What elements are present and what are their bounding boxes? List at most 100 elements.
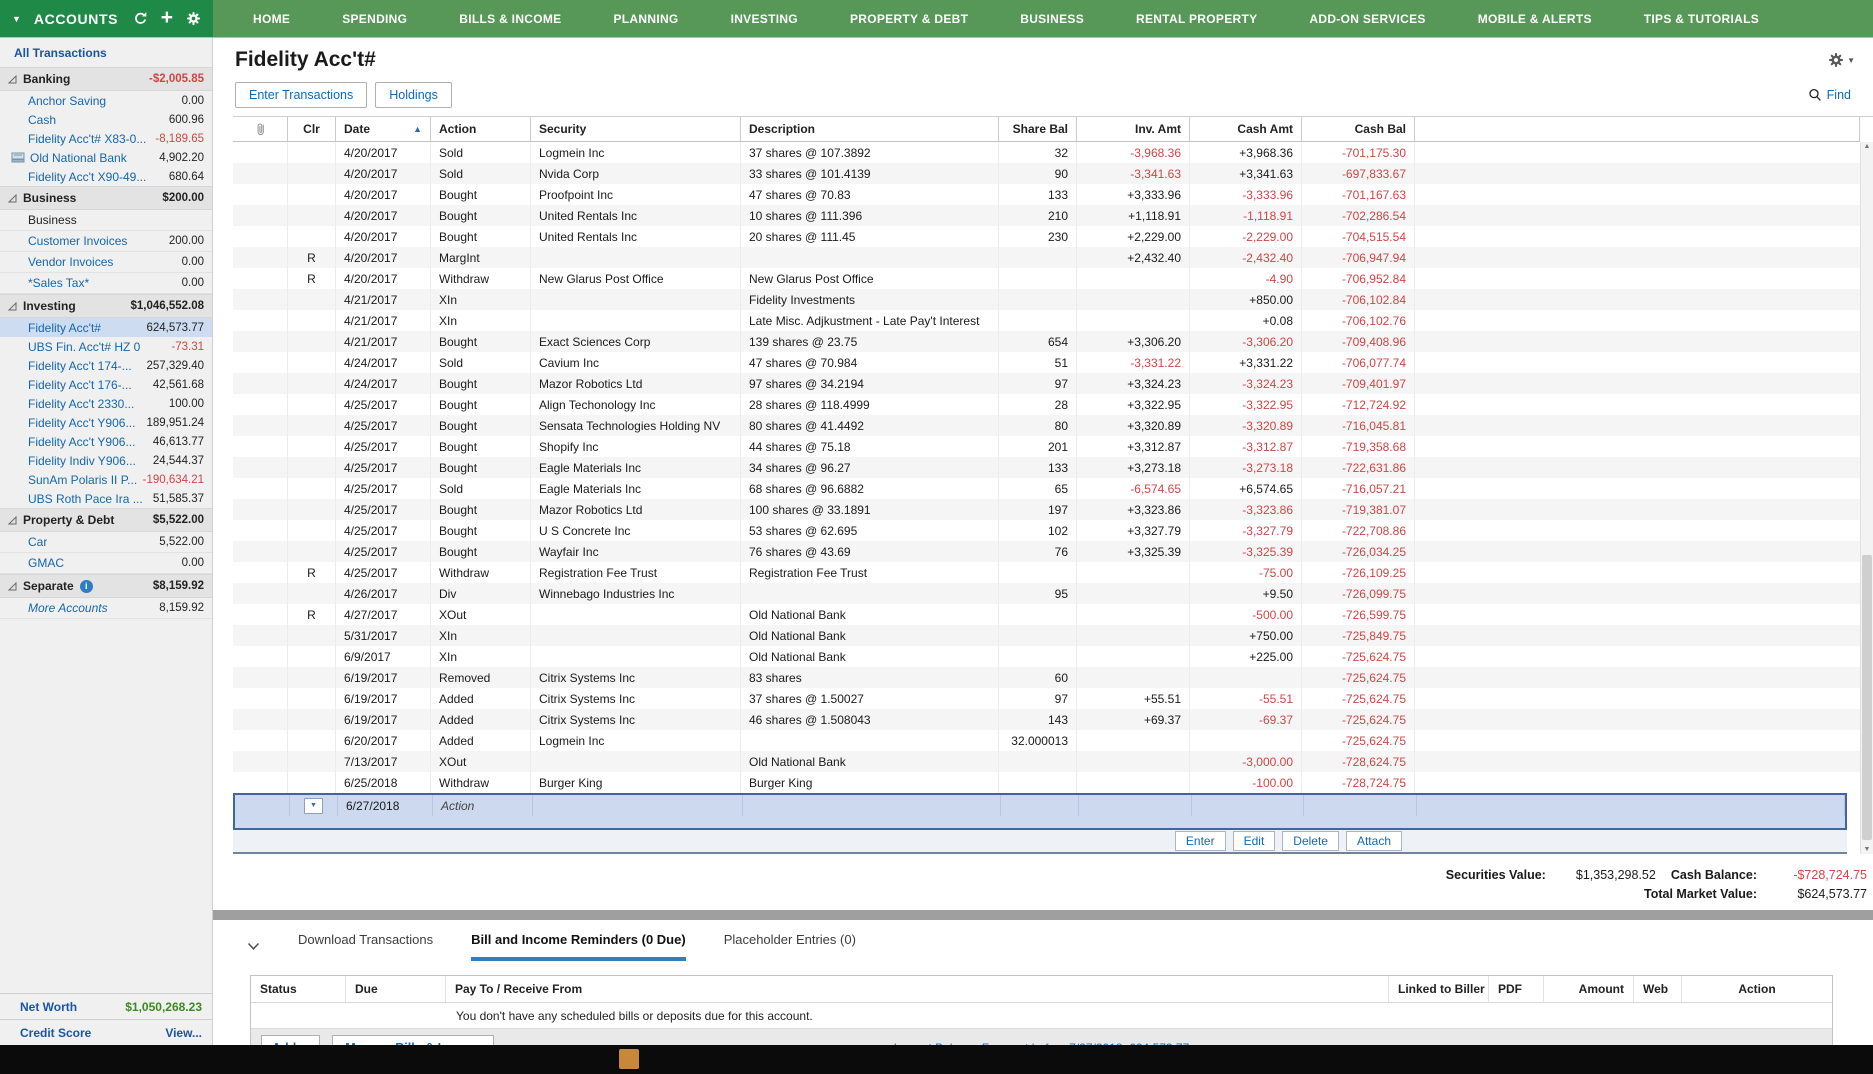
attachment-column-header[interactable] (233, 117, 288, 141)
sidebar-item-cash[interactable]: Cash600.96 (0, 110, 212, 129)
sidebar-section-business[interactable]: Business$200.00 (0, 186, 212, 210)
new-row-action-dropdown[interactable]: ▼ (304, 798, 323, 814)
tab-download-transactions[interactable]: Download Transactions (298, 932, 433, 961)
register-row[interactable]: 4/25/2017SoldEagle Materials Inc68 share… (233, 478, 1860, 499)
accounts-collapse-icon[interactable]: ▼ (12, 14, 21, 24)
sidebar-item-fidelity-acc-t-174[interactable]: Fidelity Acc't 174-...257,329.40 (0, 356, 212, 375)
sidebar-section-separate[interactable]: Separatei$8,159.92 (0, 574, 212, 598)
new-row-date-cell[interactable]: 6/27/2018 (338, 795, 433, 816)
net-worth-row[interactable]: Net Worth $1,050,268.23 (0, 993, 212, 1019)
register-row[interactable]: 4/25/2017BoughtAlign Techonology Inc28 s… (233, 394, 1860, 415)
register-row[interactable]: 4/24/2017BoughtMazor Robotics Ltd97 shar… (233, 373, 1860, 394)
register-row[interactable]: 4/21/2017XInLate Misc. Adjkustment - Lat… (233, 310, 1860, 331)
nav-item-spending[interactable]: SPENDING (316, 12, 433, 26)
nav-item-bills-income[interactable]: BILLS & INCOME (433, 12, 587, 26)
sidebar-item-sales-tax[interactable]: *Sales Tax*0.00 (0, 273, 212, 294)
register-row[interactable]: 4/20/2017BoughtUnited Rentals Inc20 shar… (233, 226, 1860, 247)
register-row[interactable]: 4/25/2017BoughtU S Concrete Inc53 shares… (233, 520, 1860, 541)
register-row[interactable]: 4/21/2017BoughtExact Sciences Corp139 sh… (233, 331, 1860, 352)
register-row[interactable]: 7/13/2017XOutOld National Bank-3,000.00-… (233, 751, 1860, 772)
register-row[interactable]: 4/21/2017XInFidelity Investments+850.00-… (233, 289, 1860, 310)
delete-button[interactable]: Delete (1282, 831, 1339, 851)
all-transactions-link[interactable]: All Transactions (0, 38, 212, 67)
register-row[interactable]: 6/20/2017AddedLogmein Inc32.000013-725,6… (233, 730, 1860, 751)
os-taskbar[interactable] (0, 1045, 1873, 1074)
sidebar-item-fidelity-acc-t-x83-0[interactable]: Fidelity Acc't# X83-0...-8,189.65 (0, 129, 212, 148)
panel-splitter[interactable] (213, 910, 1873, 920)
register-row[interactable]: R4/27/2017XOutOld National Bank-500.00-7… (233, 604, 1860, 625)
nav-item-home[interactable]: HOME (227, 12, 316, 26)
register-row[interactable]: 4/24/2017SoldCavium Inc47 shares @ 70.98… (233, 352, 1860, 373)
attach-button[interactable]: Attach (1346, 831, 1402, 851)
register-row[interactable]: 5/31/2017XInOld National Bank+750.00-725… (233, 625, 1860, 646)
new-transaction-row[interactable]: ▼ 6/27/2018 Action (233, 793, 1847, 830)
register-gear-button[interactable]: ▼ (1828, 52, 1855, 68)
sidebar-item-vendor-invoices[interactable]: Vendor Invoices0.00 (0, 252, 212, 273)
register-scrollbar[interactable]: ▲ ▼ (1860, 142, 1873, 854)
action-column-header[interactable]: Action (431, 117, 531, 141)
enter-transactions-button[interactable]: Enter Transactions (235, 82, 367, 108)
sidebar-item-anchor-saving[interactable]: Anchor Saving0.00 (0, 91, 212, 110)
register-row[interactable]: 4/25/2017BoughtEagle Materials Inc34 sha… (233, 457, 1860, 478)
new-row-action-cell[interactable]: Action (433, 795, 533, 816)
sidebar-item-car[interactable]: Car5,522.00 (0, 532, 212, 553)
date-column-header[interactable]: Date ▲ (336, 117, 431, 141)
edit-button[interactable]: Edit (1233, 831, 1276, 851)
nav-item-mobile-alerts[interactable]: MOBILE & ALERTS (1452, 12, 1618, 26)
register-row[interactable]: 6/9/2017XInOld National Bank+225.00-725,… (233, 646, 1860, 667)
sidebar-section-investing[interactable]: Investing$1,046,552.08 (0, 294, 212, 318)
nav-item-investing[interactable]: INVESTING (705, 12, 824, 26)
clr-column-header[interactable]: Clr (288, 117, 336, 141)
section-expander-icon[interactable] (8, 75, 17, 84)
register-row[interactable]: R4/20/2017MargInt+2,432.40-2,432.40-706,… (233, 247, 1860, 268)
section-expander-icon[interactable] (8, 582, 17, 591)
nav-item-business[interactable]: BUSINESS (994, 12, 1110, 26)
sidebar-item-gmac[interactable]: GMAC0.00 (0, 553, 212, 574)
register-row[interactable]: 4/25/2017BoughtWayfair Inc76 shares @ 43… (233, 541, 1860, 562)
register-row[interactable]: R4/20/2017WithdrawNew Glarus Post Office… (233, 268, 1860, 289)
enter-button[interactable]: Enter (1175, 831, 1226, 851)
sidebar-item-business[interactable]: Business (0, 210, 212, 231)
sidebar-section-property-debt[interactable]: Property & Debt$5,522.00 (0, 508, 212, 532)
sidebar-item-fidelity-acc-t-y906[interactable]: Fidelity Acc't Y906...46,613.77 (0, 432, 212, 451)
sidebar-item-more-accounts[interactable]: More Accounts8,159.92 (0, 598, 212, 619)
inv-amt-column-header[interactable]: Inv. Amt (1077, 117, 1190, 141)
collapse-panel-button[interactable] (247, 942, 260, 961)
register-row[interactable]: 6/19/2017RemovedCitrix Systems Inc83 sha… (233, 667, 1860, 688)
nav-item-add-on-services[interactable]: ADD-ON SERVICES (1283, 12, 1451, 26)
sidebar-item-old-national-bank[interactable]: Old National Bank4,902.20 (0, 148, 212, 167)
register-row[interactable]: 6/19/2017AddedCitrix Systems Inc37 share… (233, 688, 1860, 709)
register-row[interactable]: 4/25/2017BoughtShopify Inc44 shares @ 75… (233, 436, 1860, 457)
sidebar-item-fidelity-acc-t-176[interactable]: Fidelity Acc't 176-...42,561.68 (0, 375, 212, 394)
cash-amt-column-header[interactable]: Cash Amt (1190, 117, 1302, 141)
accounts-gear-icon[interactable] (186, 11, 201, 26)
register-row[interactable]: R4/25/2017WithdrawRegistration Fee Trust… (233, 562, 1860, 583)
register-row[interactable]: 6/25/2018WithdrawBurger KingBurger King-… (233, 772, 1860, 793)
nav-item-tips-tutorials[interactable]: TIPS & TUTORIALS (1618, 12, 1785, 26)
nav-item-rental-property[interactable]: RENTAL PROPERTY (1110, 12, 1283, 26)
sidebar-item-customer-invoices[interactable]: Customer Invoices200.00 (0, 231, 212, 252)
section-expander-icon[interactable] (8, 194, 17, 203)
find-button[interactable]: Find (1808, 88, 1851, 102)
sidebar-item-sunam-polaris-ii-p[interactable]: SunAm Polaris II P...-190,634.21 (0, 470, 212, 489)
sidebar-item-ubs-fin-acc-t-hz-0[interactable]: UBS Fin. Acc't# HZ 0-73.31 (0, 337, 212, 356)
credit-score-view-link[interactable]: View... (165, 1026, 202, 1040)
tab-placeholder-entries[interactable]: Placeholder Entries (0) (724, 932, 856, 961)
scrollbar-thumb[interactable] (1862, 555, 1872, 840)
tab-bill-income-reminders[interactable]: Bill and Income Reminders (0 Due) (471, 932, 686, 961)
nav-item-property-debt[interactable]: PROPERTY & DEBT (824, 12, 994, 26)
sidebar-item-fidelity-indiv-y906[interactable]: Fidelity Indiv Y906...24,544.37 (0, 451, 212, 470)
register-row[interactable]: 6/19/2017AddedCitrix Systems Inc46 share… (233, 709, 1860, 730)
share-bal-column-header[interactable]: Share Bal (999, 117, 1077, 141)
section-expander-icon[interactable] (8, 516, 17, 525)
scroll-down-icon[interactable]: ▼ (1864, 846, 1871, 853)
section-expander-icon[interactable] (8, 302, 17, 311)
register-row[interactable]: 4/25/2017BoughtSensata Technologies Hold… (233, 415, 1860, 436)
holdings-button[interactable]: Holdings (375, 82, 452, 108)
register-row[interactable]: 4/20/2017BoughtProofpoint Inc47 shares @… (233, 184, 1860, 205)
register-row[interactable]: 4/26/2017DivWinnebago Industries Inc95+9… (233, 583, 1860, 604)
register-row[interactable]: 4/25/2017BoughtMazor Robotics Ltd100 sha… (233, 499, 1860, 520)
cash-bal-column-header[interactable]: Cash Bal (1302, 117, 1415, 141)
refresh-icon[interactable] (133, 11, 148, 26)
sidebar-item-ubs-roth-pace-ira[interactable]: UBS Roth Pace Ira ...51,585.37 (0, 489, 212, 508)
